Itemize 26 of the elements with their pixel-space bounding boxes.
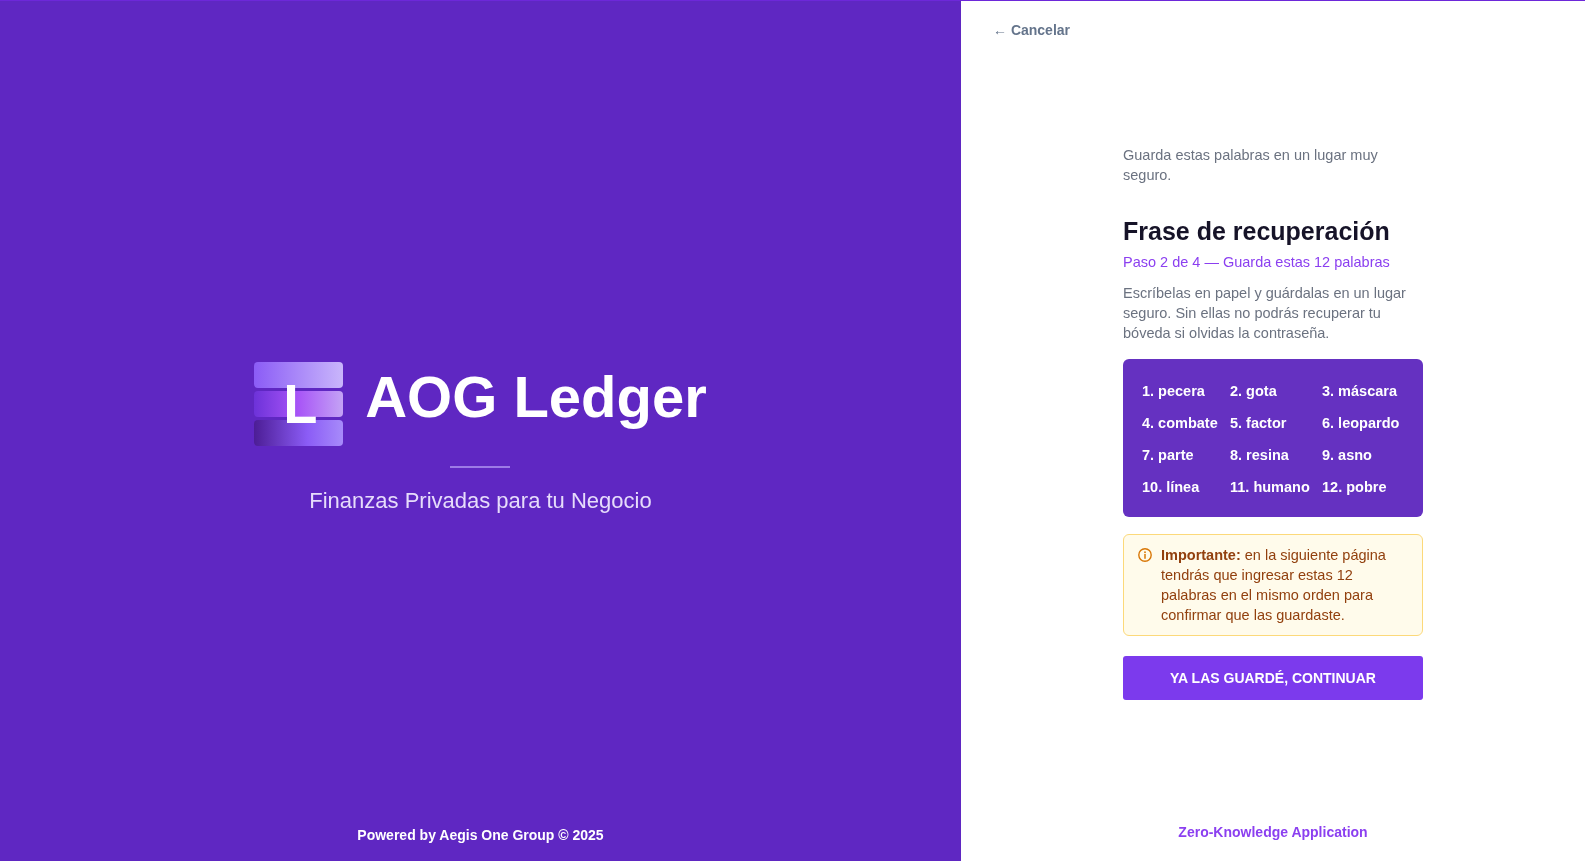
tagline: Finanzas Privadas para tu Negocio (309, 486, 652, 515)
recovery-word: 2. gota (1230, 381, 1278, 401)
recovery-word: 7. parte (1142, 445, 1195, 465)
notice-text: Importante: en la siguiente página tendrás que ingresar estas 12 palabras en el mismo orden para confirmar que las guardaste. (1161, 545, 1387, 625)
logo-letter: L (283, 371, 318, 436)
recovery-word: 11. humano (1230, 477, 1311, 497)
brand-name: AOG Ledger (365, 362, 707, 431)
description-text: Escríbelas en papel y guárdalas en un lugar seguro. Sin ellas no podrás recuperar tu bóveda si olvidas la contraseña. (1123, 283, 1407, 343)
zero-knowledge-link[interactable]: Zero-Knowledge Application (1178, 822, 1368, 842)
recovery-word: 10. línea (1142, 477, 1201, 497)
intro-text: Guarda estas palabras en un lugar muy seguro. (1123, 145, 1379, 185)
step-text: Paso 2 de 4 — Guarda estas 12 palabras (1123, 252, 1391, 272)
info-icon (1138, 547, 1152, 562)
recovery-word: 9. asno (1322, 445, 1373, 465)
cancel-link[interactable]: ← Cancelar (993, 22, 1071, 38)
recovery-word: 5. factor (1230, 413, 1288, 433)
logo-icon (254, 361, 344, 446)
recovery-word: 12. pobre (1322, 477, 1388, 497)
recovery-word: 3. máscara (1322, 381, 1398, 401)
powered-by-text: Powered by Aegis One Group © 2025 (357, 826, 604, 845)
continue-button[interactable]: YA LAS GUARDÉ, CONTINUAR (1123, 655, 1423, 700)
recovery-word: 1. pecera (1142, 381, 1206, 401)
recovery-word: 6. leopardo (1322, 413, 1401, 433)
recovery-word: 8. resina (1230, 445, 1290, 465)
recovery-word: 4. combate (1142, 413, 1219, 433)
page-title: Frase de recuperación (1123, 215, 1391, 247)
